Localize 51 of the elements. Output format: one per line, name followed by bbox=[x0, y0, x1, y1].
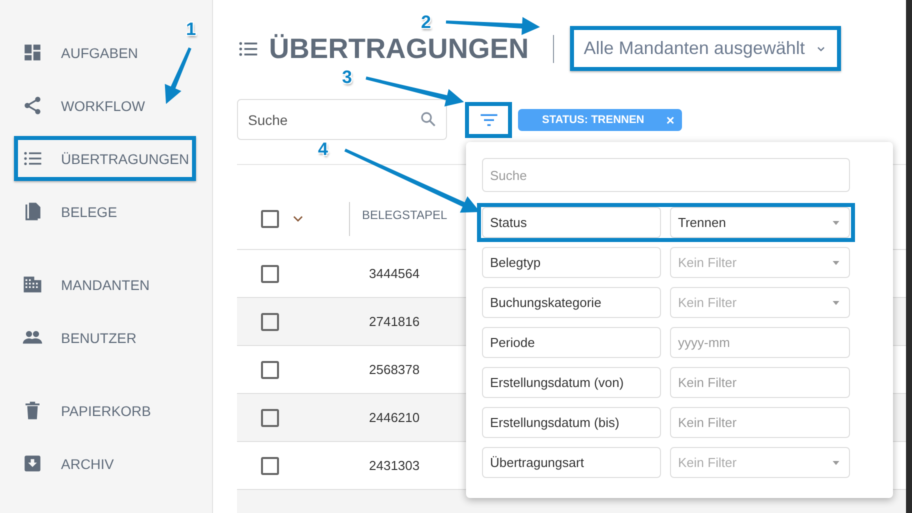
caret-icon bbox=[830, 218, 842, 226]
callout-arrow bbox=[164, 47, 192, 104]
filter-label: Belegtyp bbox=[482, 247, 661, 278]
filter-label: Periode bbox=[482, 327, 661, 358]
table-cell: 2431303 bbox=[369, 458, 420, 473]
sidebar-item[interactable]: MANDANTEN bbox=[14, 262, 196, 307]
table-cell: 2568378 bbox=[369, 362, 420, 377]
row-checkbox[interactable] bbox=[261, 408, 279, 426]
filter-dropdown[interactable]: Trennen bbox=[670, 207, 850, 238]
archive-icon bbox=[22, 453, 43, 474]
row-checkbox[interactable] bbox=[261, 360, 279, 378]
share-icon bbox=[22, 95, 43, 116]
select-all-checkbox[interactable] bbox=[261, 210, 279, 228]
callout-number: 3 bbox=[342, 68, 352, 86]
sidebar-item[interactable]: PAPIERKORB bbox=[14, 388, 196, 433]
chip-label: STATUS: TRENNEN bbox=[542, 114, 644, 126]
callout-number: 2 bbox=[421, 13, 432, 31]
caret-icon bbox=[830, 258, 842, 266]
filter-button[interactable] bbox=[465, 102, 512, 138]
row-checkbox[interactable] bbox=[261, 456, 279, 474]
sidebar-item[interactable]: WORKFLOW bbox=[14, 83, 196, 128]
search-field[interactable]: Suche bbox=[482, 158, 850, 192]
sidebar-item[interactable]: ÜBERTRAGUNGEN bbox=[14, 136, 196, 181]
column-header[interactable]: BELEGSTAPEL bbox=[350, 202, 448, 222]
filter-input[interactable]: yyyy-mm bbox=[670, 327, 850, 358]
filter-input[interactable]: Kein Filter bbox=[670, 367, 850, 398]
filter-label: Erstellungsdatum (von) bbox=[482, 367, 661, 398]
table-cell: 3444564 bbox=[369, 266, 420, 281]
page-title: ÜBERTRAGUNGEN bbox=[269, 32, 529, 64]
search-field[interactable]: Suche bbox=[237, 99, 447, 140]
building-icon bbox=[22, 274, 43, 295]
client-dropdown[interactable]: Alle Mandanten ausgewählt bbox=[570, 26, 841, 71]
sidebar-item[interactable]: BENUTZER bbox=[14, 315, 196, 360]
callout-number: 1 bbox=[186, 20, 196, 38]
caret-icon bbox=[830, 458, 842, 466]
row-checkbox[interactable] bbox=[261, 312, 279, 330]
caret-icon bbox=[830, 298, 842, 306]
callout-number: 4 bbox=[318, 140, 328, 158]
table-cell: 2446210 bbox=[369, 410, 420, 425]
dashboard-icon bbox=[22, 42, 43, 63]
search-icon bbox=[419, 110, 437, 128]
sidebar-item[interactable]: ARCHIV bbox=[14, 441, 196, 486]
filter-label: Status bbox=[482, 207, 661, 238]
row-checkbox[interactable] bbox=[261, 264, 279, 282]
filter-label: Übertragungsart bbox=[482, 447, 661, 478]
table-cell: 2741816 bbox=[369, 314, 420, 329]
sidebar-item[interactable]: BELEGE bbox=[14, 189, 196, 234]
chip-remove-button[interactable]: × bbox=[666, 112, 674, 128]
filter-input[interactable]: Kein Filter bbox=[670, 407, 850, 438]
filter-label: Erstellungsdatum (bis) bbox=[482, 407, 661, 438]
filter-label: Buchungskategorie bbox=[482, 287, 661, 318]
